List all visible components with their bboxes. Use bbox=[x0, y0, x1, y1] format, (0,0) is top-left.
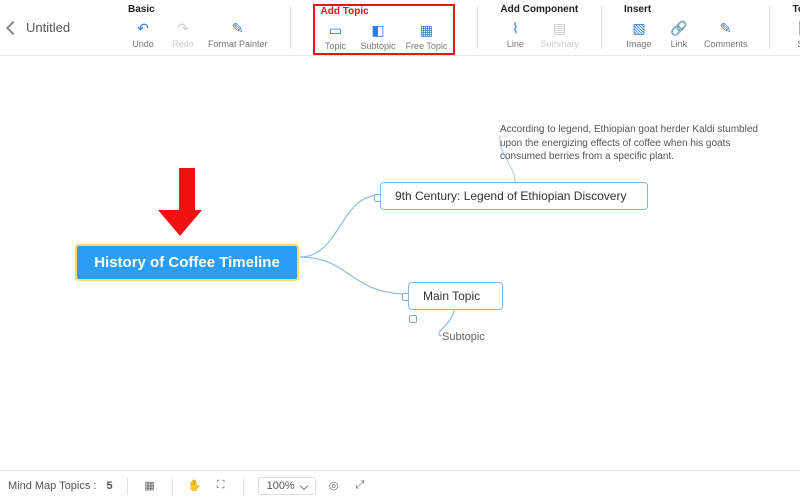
group-basic: Basic ↶ Undo ↷ Redo ✎ Format Painter bbox=[128, 4, 268, 55]
group-add-topic: Add Topic ▭ Topic ◧ Subtopic ▦ Free Topi… bbox=[313, 4, 456, 55]
undo-icon: ↶ bbox=[134, 19, 152, 37]
redo-icon: ↷ bbox=[174, 19, 192, 37]
document-title: Untitled bbox=[26, 20, 70, 35]
summary-button[interactable]: ▤ Summary bbox=[540, 19, 579, 49]
group-basic-label: Basic bbox=[128, 4, 268, 15]
line-icon: ⌇ bbox=[506, 19, 524, 37]
comments-icon: ✎ bbox=[717, 19, 735, 37]
fit-screen-icon[interactable]: ⛶ bbox=[213, 478, 229, 494]
link-button[interactable]: 🔗 Link bbox=[664, 19, 694, 49]
subtopic-node[interactable]: Subtopic bbox=[442, 331, 485, 343]
fullscreen-icon[interactable]: ⤢ bbox=[352, 478, 368, 494]
toolbar: Untitled Basic ↶ Undo ↷ Redo ✎ Format Pa… bbox=[0, 0, 800, 56]
tutorial-arrow-icon bbox=[172, 168, 202, 236]
grid-view-icon[interactable]: ▦ bbox=[142, 478, 158, 494]
group-insert: Insert ▧ Image 🔗 Link ✎ Comments bbox=[624, 4, 748, 55]
group-add-component-label: Add Component bbox=[500, 4, 579, 15]
zoom-selector[interactable]: 100% bbox=[258, 477, 316, 495]
save-button[interactable]: 💾 Save bbox=[792, 19, 800, 49]
line-button[interactable]: ⌇ Line bbox=[500, 19, 530, 49]
topics-count-value: 5 bbox=[106, 480, 112, 492]
topics-count-label: Mind Map Topics : bbox=[8, 480, 96, 492]
image-icon: ▧ bbox=[630, 19, 648, 37]
link-icon: 🔗 bbox=[670, 19, 688, 37]
image-button[interactable]: ▧ Image bbox=[624, 19, 654, 49]
group-insert-label: Insert bbox=[624, 4, 748, 15]
annotation-text[interactable]: According to legend, Ethiopian goat herd… bbox=[500, 123, 760, 164]
subtopic-icon: ◧ bbox=[369, 21, 387, 39]
separator bbox=[769, 6, 770, 49]
summary-icon: ▤ bbox=[551, 19, 569, 37]
free-topic-icon: ▦ bbox=[417, 21, 435, 39]
separator bbox=[290, 6, 291, 49]
separator bbox=[127, 477, 128, 495]
separator bbox=[477, 6, 478, 49]
topic-node[interactable]: Main Topic bbox=[408, 282, 503, 310]
topic-icon: ▭ bbox=[327, 21, 345, 39]
group-add-topic-label: Add Topic bbox=[321, 6, 448, 17]
format-painter-icon: ✎ bbox=[229, 19, 247, 37]
separator bbox=[601, 6, 602, 49]
separator bbox=[243, 477, 244, 495]
comments-button[interactable]: ✎ Comments bbox=[704, 19, 748, 49]
back-chevron-icon[interactable] bbox=[6, 20, 20, 34]
group-tools: Tools 💾 Save ⇱ Fold bbox=[792, 4, 800, 55]
subtopic-button[interactable]: ◧ Subtopic bbox=[361, 21, 396, 51]
zoom-value: 100% bbox=[267, 480, 295, 492]
topic-node[interactable]: 9th Century: Legend of Ethiopian Discove… bbox=[380, 182, 648, 210]
chevron-down-icon bbox=[299, 481, 307, 489]
pan-hand-icon[interactable]: ✋ bbox=[187, 478, 203, 494]
format-painter-button[interactable]: ✎ Format Painter bbox=[208, 19, 268, 49]
group-add-component: Add Component ⌇ Line ▤ Summary bbox=[500, 4, 579, 55]
center-topic-node[interactable]: History of Coffee Timeline bbox=[75, 244, 299, 281]
undo-button[interactable]: ↶ Undo bbox=[128, 19, 158, 49]
redo-button[interactable]: ↷ Redo bbox=[168, 19, 198, 49]
mindmap-canvas[interactable]: According to legend, Ethiopian goat herd… bbox=[0, 56, 800, 470]
topic-button[interactable]: ▭ Topic bbox=[321, 21, 351, 51]
collapse-handle[interactable] bbox=[409, 315, 417, 323]
group-tools-label: Tools bbox=[792, 4, 800, 15]
separator bbox=[172, 477, 173, 495]
center-target-icon[interactable]: ◎ bbox=[326, 478, 342, 494]
free-topic-button[interactable]: ▦ Free Topic bbox=[406, 21, 448, 51]
document-title-area[interactable]: Untitled bbox=[8, 20, 118, 35]
toolbar-groups: Basic ↶ Undo ↷ Redo ✎ Format Painter Add… bbox=[128, 4, 800, 55]
status-bar: Mind Map Topics : 5 ▦ ✋ ⛶ 100% ◎ ⤢ bbox=[0, 470, 800, 500]
